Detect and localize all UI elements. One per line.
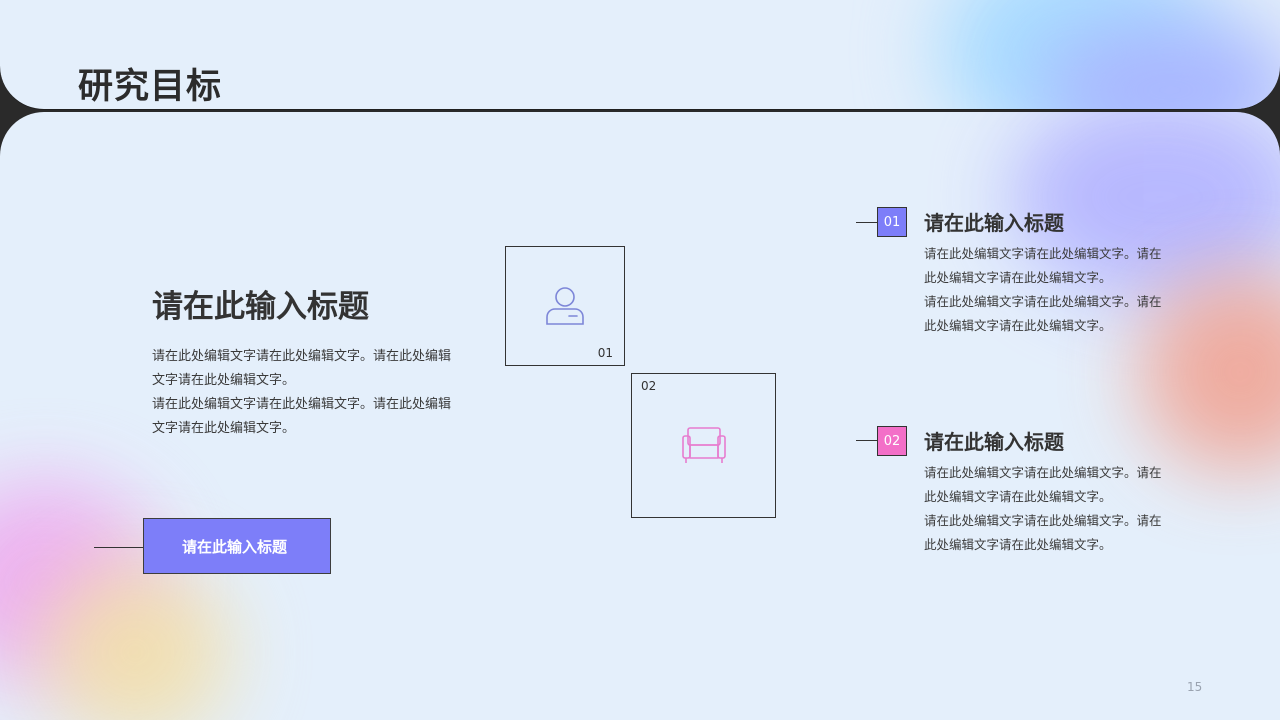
main-body-text: 请在此处编辑文字请在此处编辑文字。请在此处编辑文字请在此处编辑文字。 请在此处编… [152,345,452,441]
page-number: 15 [1187,680,1203,694]
sofa-icon [682,427,726,463]
feature-number: 01 [597,346,613,360]
feature-box-01: 01 [505,246,625,366]
title-button[interactable]: 请在此输入标题 [143,518,331,574]
feature-number: 02 [641,379,657,393]
feature-box-02: 02 [631,373,776,518]
page-title: 研究目标 [78,67,223,107]
item-paragraph: 请在此处编辑文字请在此处编辑文字。请在此处编辑文字请在此处编辑文字。 [924,513,1162,552]
connector-line [856,222,878,223]
main-heading: 请在此输入标题 [152,289,369,325]
item-paragraph: 请在此处编辑文字请在此处编辑文字。请在此处编辑文字请在此处编辑文字。 [924,294,1162,333]
item-number-badge: 02 [877,426,907,456]
connector-line [856,440,878,441]
item-paragraph: 请在此处编辑文字请在此处编辑文字。请在此处编辑文字请在此处编辑文字。 [924,465,1162,504]
header-panel: 研究目标 [0,0,1280,110]
item-heading: 请在此输入标题 [924,430,1064,454]
main-paragraph: 请在此处编辑文字请在此处编辑文字。请在此处编辑文字请在此处编辑文字。 [152,397,452,436]
main-paragraph: 请在此处编辑文字请在此处编辑文字。请在此处编辑文字请在此处编辑文字。 [152,349,452,388]
item-paragraph: 请在此处编辑文字请在此处编辑文字。请在此处编辑文字请在此处编辑文字。 [924,246,1162,285]
item-body-text: 请在此处编辑文字请在此处编辑文字。请在此处编辑文字请在此处编辑文字。 请在此处编… [924,461,1164,557]
item-number-badge: 01 [877,207,907,237]
user-icon [546,287,584,325]
item-heading: 请在此输入标题 [924,211,1064,235]
item-body-text: 请在此处编辑文字请在此处编辑文字。请在此处编辑文字请在此处编辑文字。 请在此处编… [924,242,1164,338]
